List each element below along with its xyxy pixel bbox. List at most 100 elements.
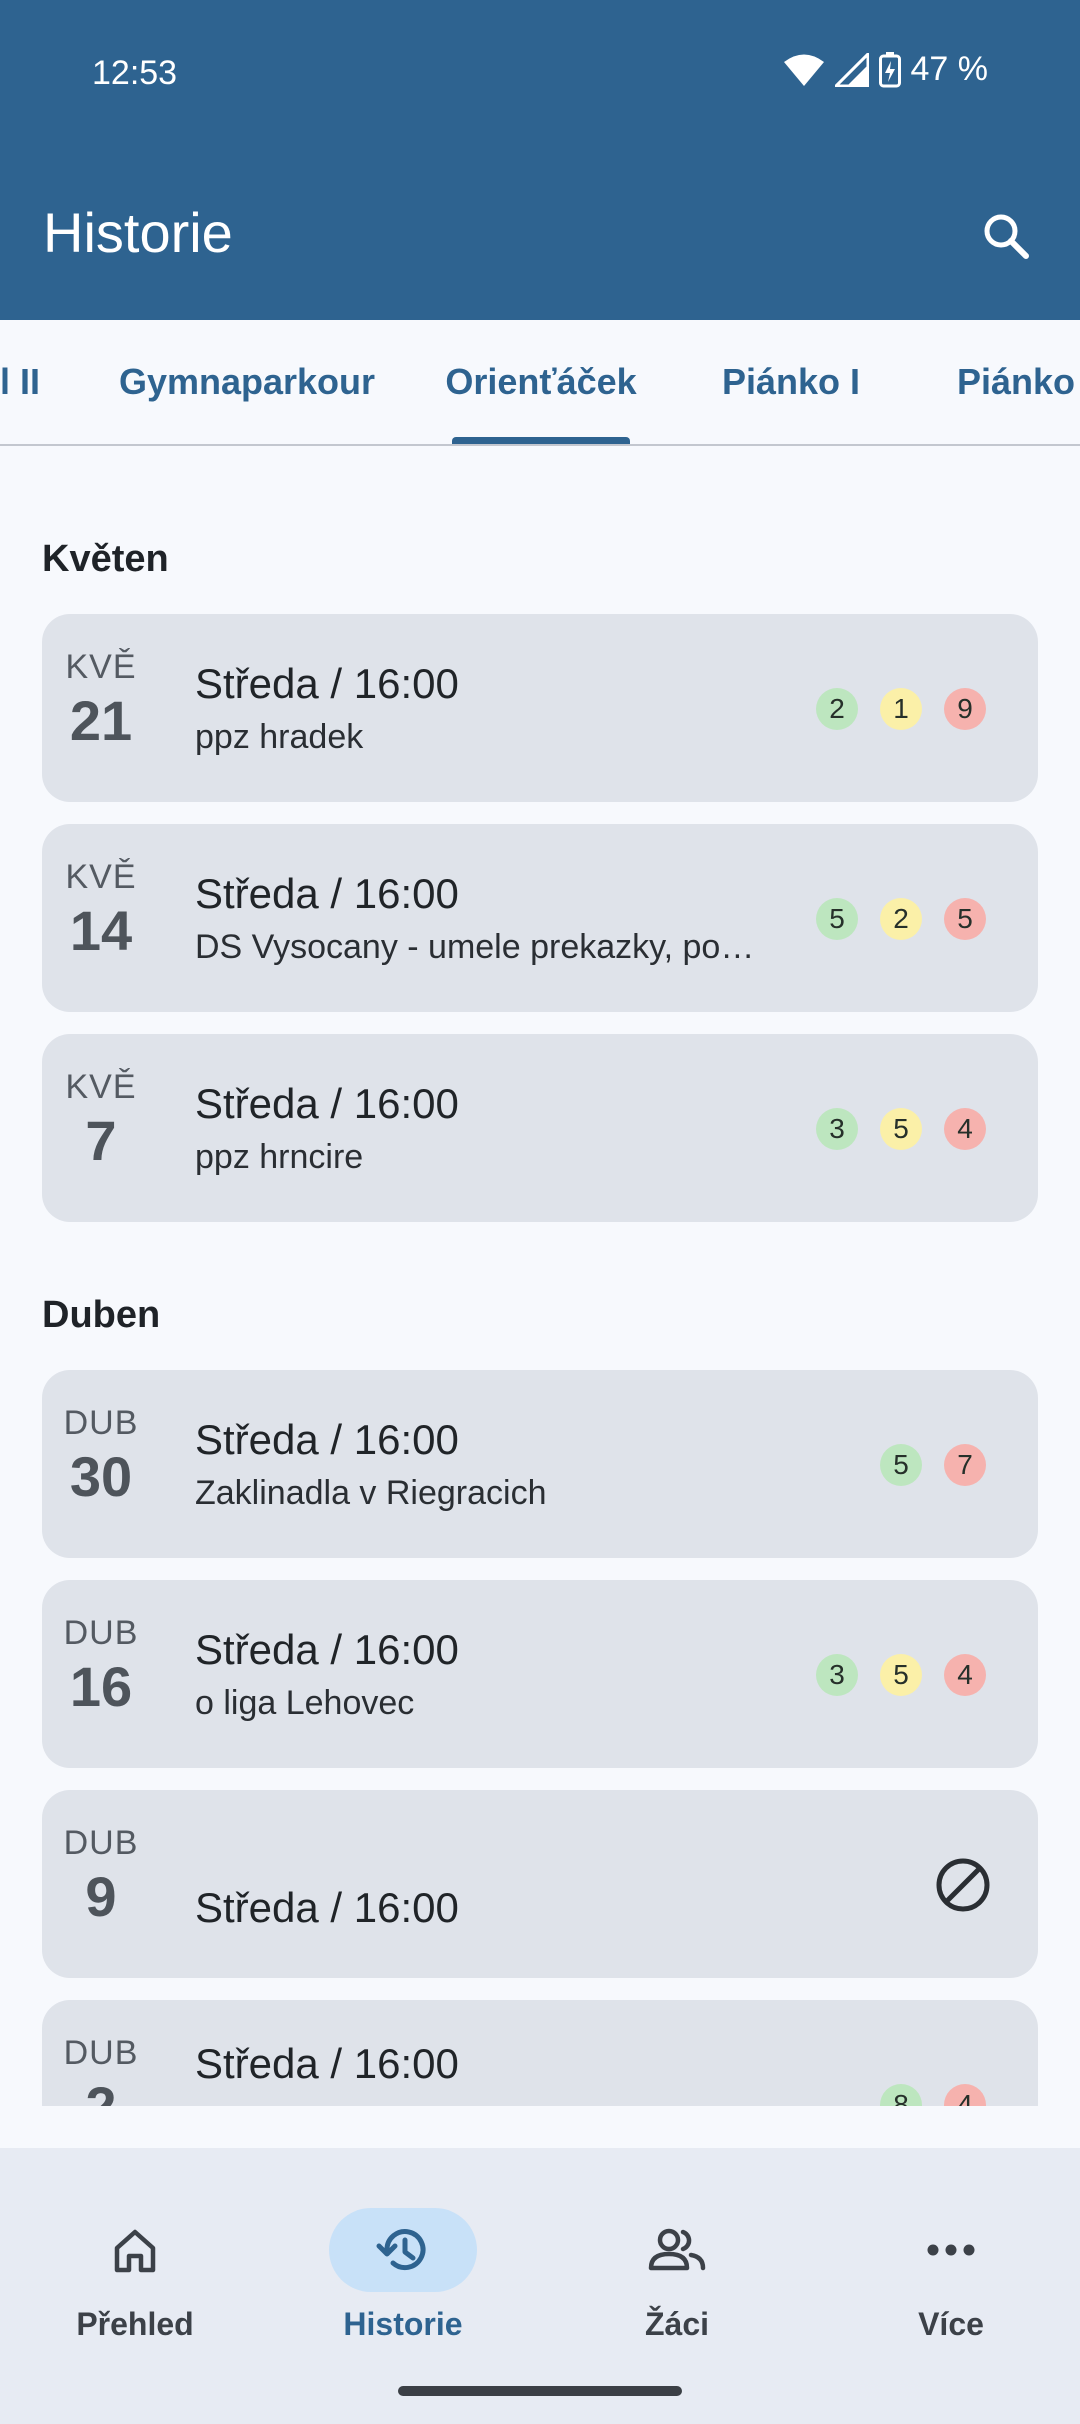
nav-overview[interactable]: Přehled — [0, 2178, 270, 2342]
event-card[interactable]: DUB 30 Středa / 16:00 Zaklinadla v Riegr… — [42, 1370, 1038, 1558]
attendance-badges: 3 5 4 — [816, 1108, 986, 1150]
attendance-badges: 5 7 — [880, 1444, 986, 1486]
event-date: KVĚ 14 — [60, 858, 142, 966]
event-info: Středa / 16:00 Zaklinadla v Riegracich — [195, 1414, 547, 1513]
present-count-badge: 3 — [816, 1654, 858, 1696]
absent-count-badge: 4 — [944, 1108, 986, 1150]
event-time: Středa / 16:00 — [195, 1626, 459, 1673]
event-month: DUB — [63, 1404, 139, 1442]
event-info: Středa / 16:00 — [195, 1882, 459, 1934]
event-time: Středa / 16:00 — [195, 2040, 459, 2087]
event-month: KVĚ — [65, 648, 137, 686]
event-card[interactable]: KVĚ 21 Středa / 16:00 ppz hradek 2 1 9 — [42, 614, 1038, 802]
tab-orientacek[interactable]: Orienťáček — [445, 320, 637, 444]
event-time: Středa / 16:00 — [195, 1080, 459, 1127]
present-count-badge: 3 — [816, 1108, 858, 1150]
event-card-cancelled[interactable]: DUB 9 Středa / 16:00 — [42, 1790, 1038, 1978]
event-note: Zaklinadla v Riegracich — [195, 1474, 547, 1512]
event-card[interactable]: DUB 2 Středa / 16:00 8 4 — [42, 2000, 1038, 2106]
event-note: ppz hradek — [195, 718, 364, 756]
status-icons: 47 % — [783, 50, 989, 89]
event-time: Středa / 16:00 — [195, 1884, 459, 1931]
event-note: o liga Lehovec — [195, 1684, 415, 1722]
event-date: DUB 30 — [60, 1404, 142, 1512]
nav-label: Přehled — [76, 2306, 194, 2342]
tab-partial[interactable]: l II — [0, 320, 40, 444]
event-month: KVĚ — [65, 1068, 137, 1106]
bottom-navigation: Přehled Historie Žáci Více — [0, 2148, 1080, 2424]
people-icon — [648, 2228, 706, 2271]
nav-pill — [61, 2208, 209, 2292]
tab-pianko-1[interactable]: Piánko I — [722, 320, 860, 444]
event-date: KVĚ 21 — [60, 648, 142, 756]
top-app-bar: 12:53 47 % Historie — [0, 0, 1080, 320]
event-card[interactable]: DUB 16 Středa / 16:00 o liga Lehovec 3 5… — [42, 1580, 1038, 1768]
section-title-april: Duben — [42, 1294, 161, 1336]
nav-history[interactable]: Historie — [268, 2178, 538, 2342]
event-day: 14 — [69, 899, 133, 962]
absent-count-badge: 5 — [944, 898, 986, 940]
attendance-badges: 5 2 5 — [816, 898, 986, 940]
absent-count-badge: 4 — [944, 2084, 986, 2106]
event-time: Středa / 16:00 — [195, 1416, 459, 1463]
event-date: KVĚ 7 — [60, 1068, 142, 1176]
excused-count-badge: 5 — [880, 1108, 922, 1150]
event-time: Středa / 16:00 — [195, 870, 459, 917]
excused-count-badge: 1 — [880, 688, 922, 730]
event-date: DUB 16 — [60, 1614, 142, 1722]
cancelled-icon — [936, 1858, 990, 1912]
more-icon — [927, 2244, 975, 2256]
event-time: Středa / 16:00 — [195, 660, 459, 707]
history-icon — [376, 2229, 426, 2271]
page-title: Historie — [43, 201, 233, 264]
absent-count-badge: 9 — [944, 688, 986, 730]
absent-count-badge: 7 — [944, 1444, 986, 1486]
tab-pianko[interactable]: Piánko — [956, 320, 1076, 444]
attendance-badges: 2 1 9 — [816, 688, 986, 730]
home-indicator[interactable] — [398, 2386, 682, 2396]
event-info: Středa / 16:00 o liga Lehovec — [195, 1624, 459, 1723]
excused-count-badge: 5 — [880, 1654, 922, 1696]
event-date: DUB 9 — [60, 1824, 142, 1932]
event-info: Středa / 16:00 DS Vysocany - umele preka… — [195, 868, 754, 967]
event-date: DUB 2 — [60, 2034, 142, 2106]
event-day: 9 — [85, 1865, 117, 1928]
present-count-badge: 5 — [880, 1444, 922, 1486]
nav-students[interactable]: Žáci — [542, 2178, 812, 2342]
signal-icon — [834, 52, 869, 87]
status-time: 12:53 — [92, 54, 178, 92]
event-day: 2 — [60, 2072, 142, 2106]
history-list[interactable]: Květen KVĚ 21 Středa / 16:00 ppz hradek … — [0, 446, 1080, 2106]
absent-count-badge: 4 — [944, 1654, 986, 1696]
event-month: DUB — [63, 1824, 139, 1862]
event-month: DUB — [63, 2034, 139, 2072]
search-icon — [984, 214, 1029, 259]
event-note: DS Vysocany - umele prekazky, po… — [195, 928, 755, 966]
search-button[interactable] — [966, 200, 1046, 272]
event-note: ppz hrncire — [195, 1138, 364, 1176]
event-month: KVĚ — [65, 858, 137, 896]
event-card[interactable]: KVĚ 7 Středa / 16:00 ppz hrncire 3 5 4 — [42, 1034, 1038, 1222]
attendance-badges: 8 4 — [880, 2084, 986, 2106]
battery-percent: 47 % — [910, 50, 989, 88]
section-title-may: Květen — [42, 538, 169, 580]
nav-pill — [603, 2208, 751, 2292]
tab-gymnaparkour[interactable]: Gymnaparkour — [119, 320, 375, 444]
nav-label: Historie — [343, 2306, 463, 2342]
nav-more[interactable]: Více — [816, 2178, 1080, 2342]
present-count-badge: 8 — [880, 2084, 922, 2106]
wifi-icon — [783, 53, 825, 87]
nav-label: Více — [918, 2306, 984, 2342]
nav-pill — [329, 2208, 477, 2292]
event-month: DUB — [63, 1614, 139, 1652]
event-day: 21 — [69, 689, 133, 752]
nav-label: Žáci — [644, 2306, 710, 2342]
excused-count-badge: 2 — [880, 898, 922, 940]
present-count-badge: 5 — [816, 898, 858, 940]
tab-bar: l II Gymnaparkour Orienťáček Piánko I Pi… — [0, 320, 1080, 446]
event-card[interactable]: KVĚ 14 Středa / 16:00 DS Vysocany - umel… — [42, 824, 1038, 1012]
event-info: Středa / 16:00 ppz hradek — [195, 658, 459, 757]
home-icon — [114, 2229, 156, 2273]
attendance-badges: 3 5 4 — [816, 1654, 986, 1696]
nav-pill — [877, 2208, 1025, 2292]
